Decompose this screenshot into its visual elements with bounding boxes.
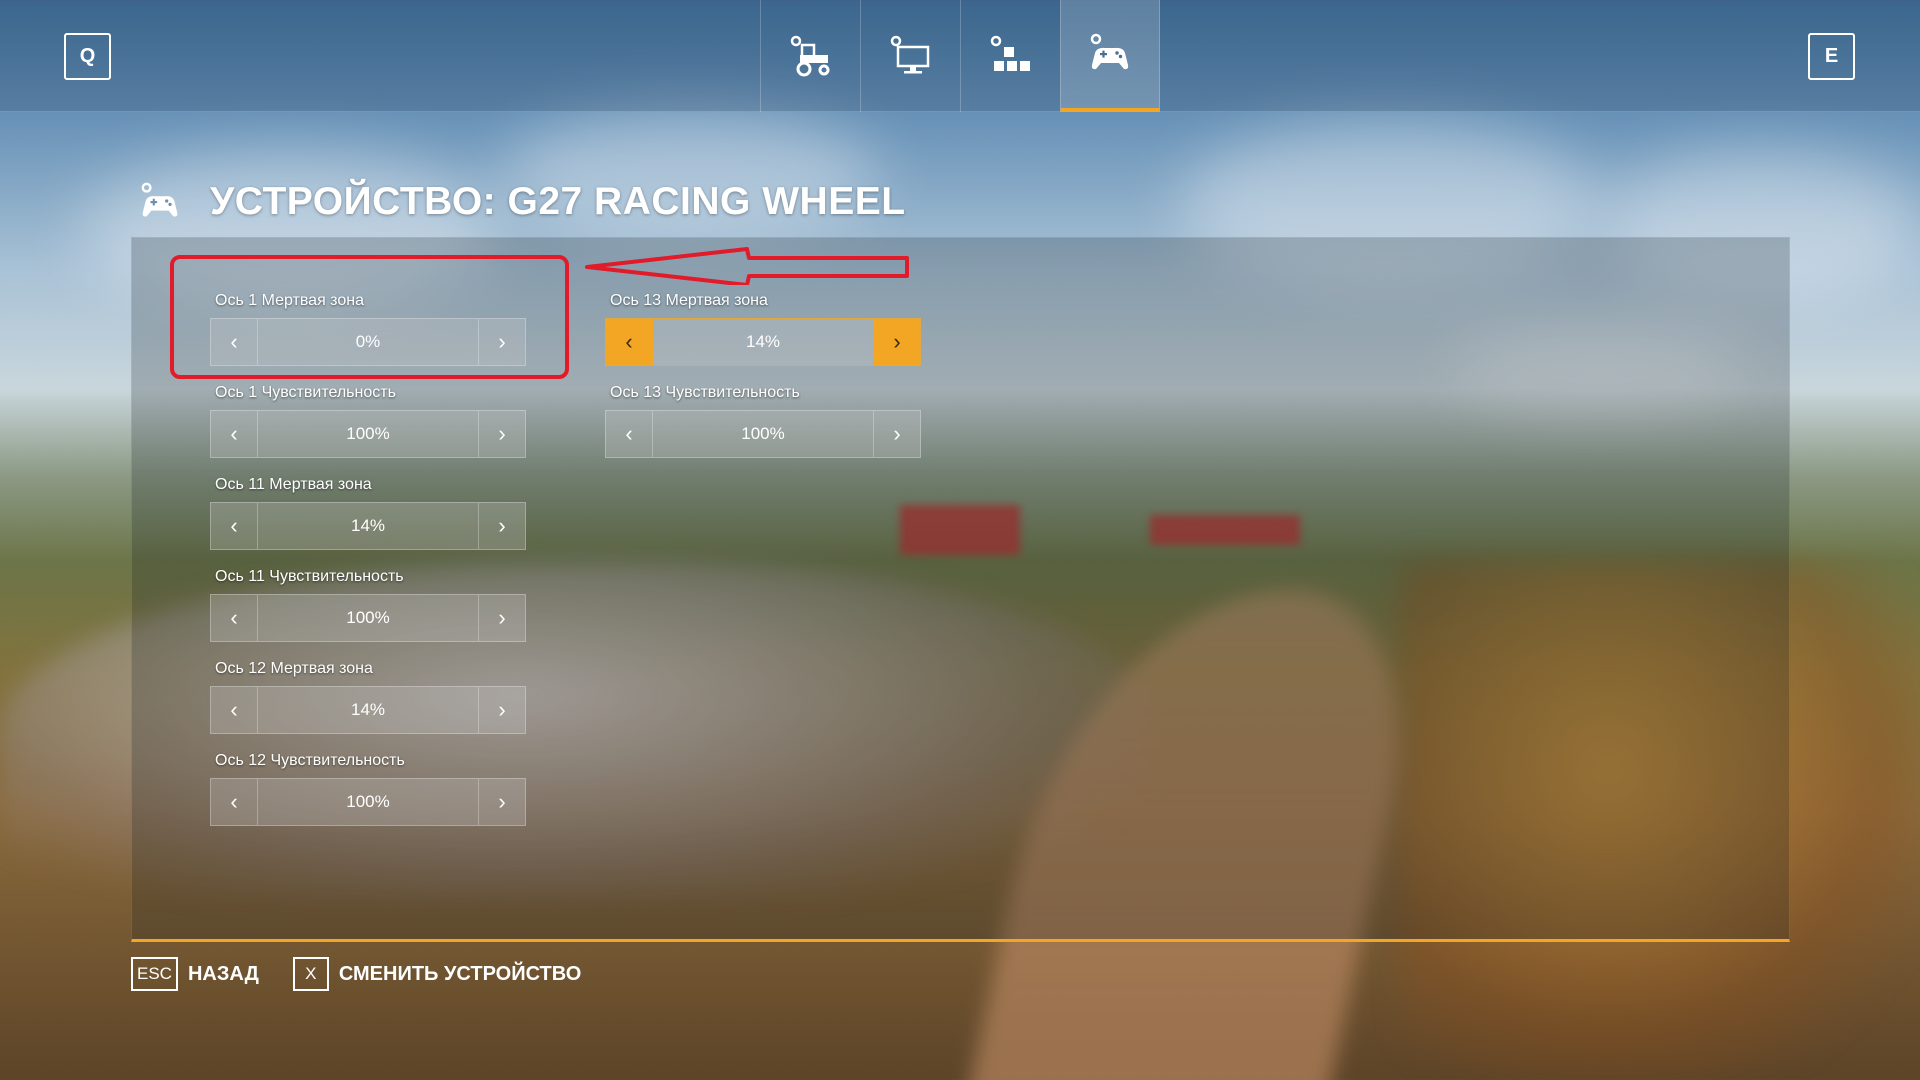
chevron-left-icon[interactable]: ‹ — [211, 779, 258, 825]
chevron-right-icon[interactable]: › — [873, 411, 920, 457]
previous-page-key[interactable]: Q — [64, 33, 111, 80]
setting-axis12-sensitivity: Ось 12 Чувствительность ‹ 100% › — [210, 750, 526, 826]
esc-key-badge[interactable]: ESC — [131, 957, 178, 991]
gear-gamepad-icon — [141, 182, 178, 217]
setting-axis13-deadzone: Ось 13 Мертвая зона ‹ 14% › — [605, 290, 921, 366]
annotation-highlight-box — [170, 255, 569, 379]
switch-device-button[interactable]: СМЕНИТЬ УСТРОЙСТВО — [339, 963, 581, 986]
gear-gamepad-icon — [1090, 33, 1129, 70]
setting-label: Ось 1 Чувствительность — [215, 384, 396, 401]
tab-general-settings[interactable] — [960, 0, 1060, 112]
footer-actions: ESC НАЗАД X СМЕНИТЬ УСТРОЙСТВО — [131, 957, 615, 991]
setting-value: 100% — [346, 424, 390, 443]
chevron-right-icon[interactable]: › — [478, 779, 525, 825]
next-page-key[interactable]: E — [1808, 33, 1855, 80]
setting-axis1-sensitivity: Ось 1 Чувствительность ‹ 100% › — [210, 382, 526, 458]
chevron-left-icon[interactable]: ‹ — [211, 595, 258, 641]
tab-controls-settings[interactable] — [1060, 0, 1160, 112]
setting-label: Ось 11 Мертвая зона — [215, 476, 372, 493]
chevron-right-icon[interactable]: › — [873, 319, 920, 365]
page-header: УСТРОЙСТВО: G27 RACING WHEEL — [138, 180, 906, 224]
tab-display-settings[interactable] — [860, 0, 960, 112]
axis1-sensitivity-stepper: ‹ 100% › — [210, 410, 526, 458]
setting-axis11-sensitivity: Ось 11 Чувствительность ‹ 100% › — [210, 566, 526, 642]
chevron-left-icon[interactable]: ‹ — [606, 319, 653, 365]
gear-tractor-icon — [790, 35, 829, 77]
setting-value: 100% — [741, 424, 785, 443]
chevron-right-icon[interactable]: › — [478, 595, 525, 641]
axis11-sensitivity-stepper: ‹ 100% › — [210, 594, 526, 642]
chevron-right-icon[interactable]: › — [478, 503, 525, 549]
setting-value: 100% — [346, 792, 390, 811]
setting-value: 14% — [350, 700, 386, 719]
top-navigation-bar: Q E — [0, 0, 1920, 112]
x-key-badge[interactable]: X — [292, 957, 329, 991]
setting-value: 14% — [350, 516, 386, 535]
setting-axis12-deadzone: Ось 12 Мертвая зона ‹ 14% › — [210, 658, 526, 734]
setting-label: Ось 11 Чувствительность — [215, 568, 404, 585]
tab-vehicle-settings[interactable] — [760, 0, 860, 112]
setting-axis11-deadzone: Ось 11 Мертвая зона ‹ 14% › — [210, 474, 526, 550]
axis12-sensitivity-stepper: ‹ 100% › — [210, 778, 526, 826]
chevron-right-icon[interactable]: › — [478, 411, 525, 457]
annotation-arrow-icon — [585, 247, 909, 285]
setting-value: 100% — [346, 608, 390, 627]
gear-blocks-icon — [990, 35, 1030, 71]
chevron-left-icon[interactable]: ‹ — [211, 503, 258, 549]
setting-label: Ось 13 Чувствительность — [610, 384, 800, 401]
chevron-left-icon[interactable]: ‹ — [211, 411, 258, 457]
axis11-deadzone-stepper: ‹ 14% › — [210, 502, 526, 550]
setting-value: 14% — [745, 332, 781, 351]
setting-axis13-sensitivity: Ось 13 Чувствительность ‹ 100% › — [605, 382, 921, 458]
settings-tabs — [760, 0, 1160, 112]
axis12-deadzone-stepper: ‹ 14% › — [210, 686, 526, 734]
setting-label: Ось 12 Чувствительность — [215, 752, 405, 769]
axis13-deadzone-stepper: ‹ 14% › — [605, 318, 921, 366]
back-button[interactable]: НАЗАД — [188, 963, 259, 986]
axis13-sensitivity-stepper: ‹ 100% › — [605, 410, 921, 458]
setting-label: Ось 13 Мертвая зона — [610, 292, 768, 309]
setting-label: Ось 12 Мертвая зона — [215, 660, 373, 677]
chevron-left-icon[interactable]: ‹ — [211, 687, 258, 733]
chevron-right-icon[interactable]: › — [478, 687, 525, 733]
page-title: УСТРОЙСТВО: G27 RACING WHEEL — [210, 180, 906, 223]
chevron-left-icon[interactable]: ‹ — [606, 411, 653, 457]
gear-monitor-icon — [890, 35, 929, 74]
